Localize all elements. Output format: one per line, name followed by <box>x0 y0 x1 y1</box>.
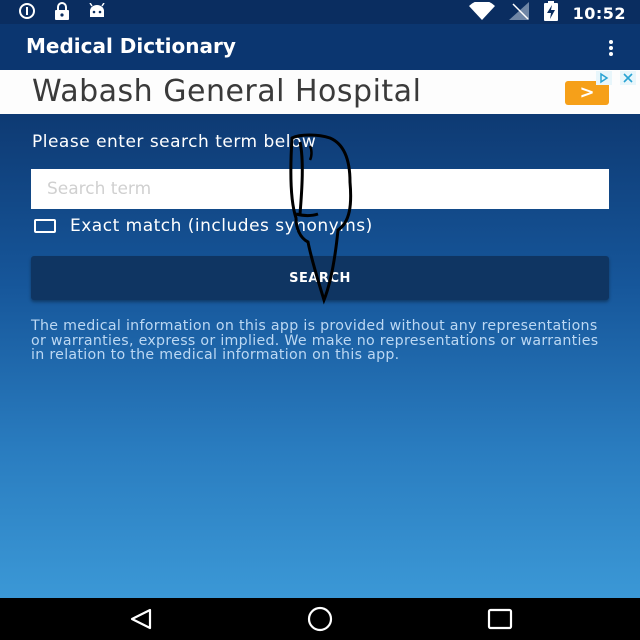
chevron-right-icon: > <box>579 82 595 103</box>
recents-icon[interactable] <box>485 606 515 632</box>
info-icon <box>18 2 36 24</box>
status-bar: 10:52 <box>0 0 640 24</box>
exact-match-checkbox[interactable] <box>34 219 56 233</box>
search-input[interactable] <box>31 169 609 209</box>
wifi-icon <box>468 0 495 24</box>
overflow-menu-icon[interactable] <box>606 38 616 58</box>
exact-match-option[interactable]: Exact match (includes synonyms) <box>34 214 373 238</box>
ad-close-icon[interactable] <box>620 70 636 85</box>
disclaimer-text: The medical information on this app is p… <box>31 318 599 363</box>
lock-icon <box>54 2 70 24</box>
no-signal-icon <box>508 2 529 24</box>
android-icon <box>88 2 106 23</box>
search-prompt: Please enter search term below <box>32 132 317 152</box>
ad-banner[interactable]: Wabash General Hospital > <box>0 70 640 114</box>
navigation-bar <box>0 598 640 640</box>
home-icon[interactable] <box>305 606 335 632</box>
app-title: Medical Dictionary <box>26 34 236 58</box>
main-content: Please enter search term below Exact mat… <box>0 114 640 598</box>
app-bar: Medical Dictionary <box>0 24 640 70</box>
exact-match-label: Exact match (includes synonyms) <box>70 216 373 236</box>
battery-charging-icon <box>543 1 559 25</box>
clock: 10:52 <box>572 3 626 23</box>
back-icon[interactable] <box>126 606 156 632</box>
ad-text: Wabash General Hospital <box>32 74 422 109</box>
ad-choices-icon[interactable] <box>596 70 612 85</box>
search-button[interactable]: SEARCH <box>31 256 609 300</box>
